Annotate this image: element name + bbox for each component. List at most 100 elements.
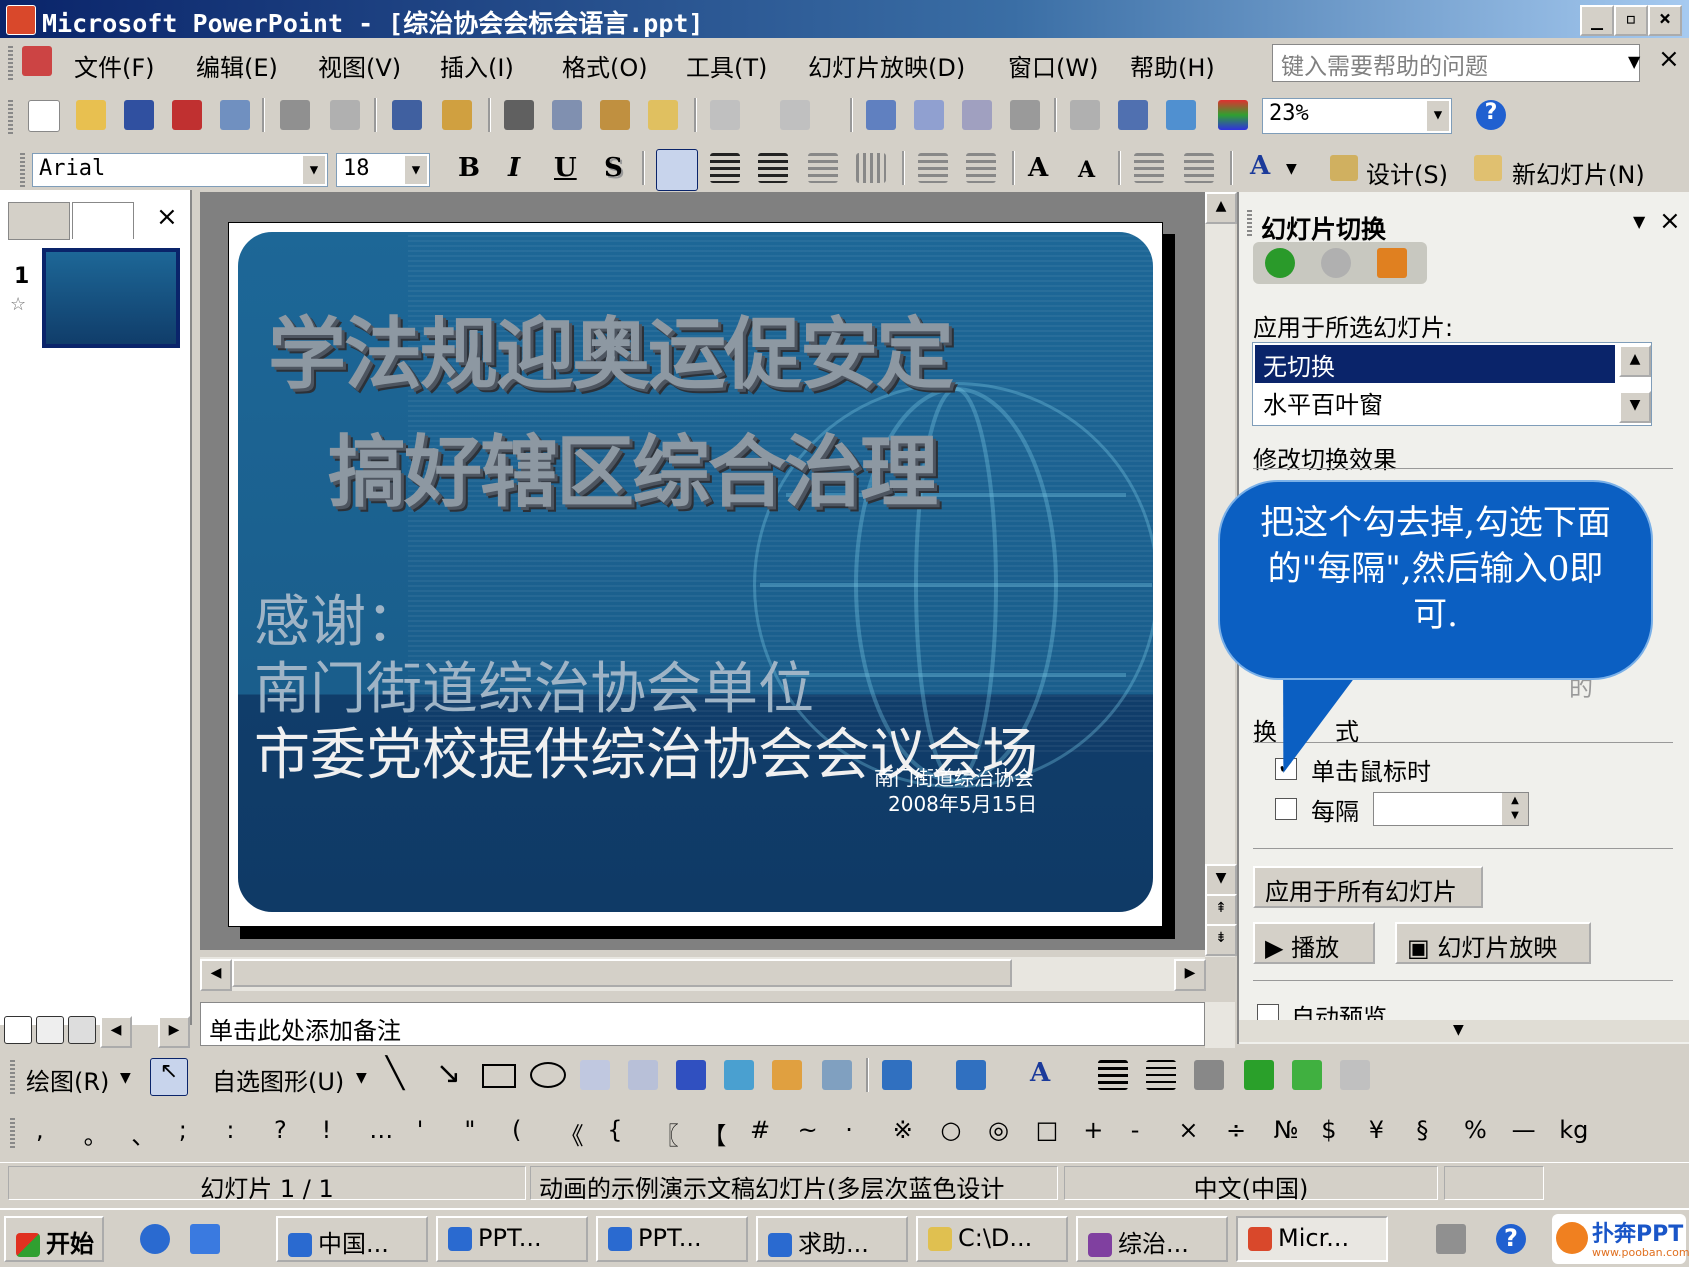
symbol-button[interactable]: 〖 [655,1116,679,1151]
footer-date[interactable]: 2008年5月15日 [888,788,1037,817]
new-icon[interactable] [28,100,60,132]
footer-organization[interactable]: 南门街道综治协会 [874,762,1034,791]
menubar-grip[interactable] [8,46,13,80]
increase-font-icon[interactable]: A [1028,153,1048,183]
menu-edit[interactable]: 编辑(E) [196,48,278,83]
symbol-button[interactable]: · [845,1116,853,1144]
close-pane-icon[interactable]: × [1659,206,1681,236]
scroll-down-icon[interactable]: ▼ [1205,864,1237,896]
symbol-button[interactable]: " [464,1116,475,1144]
align-center-icon[interactable] [710,153,740,183]
paste-icon[interactable] [600,100,630,130]
menu-tools[interactable]: 工具(T) [686,48,767,83]
show-formatting-icon[interactable] [1070,100,1100,130]
symbol-button[interactable]: 《 [560,1116,584,1151]
symbol-button[interactable]: № [1274,1116,1299,1144]
underline-button[interactable]: U [554,153,577,183]
slide-title-line1[interactable]: 学法规迎奥运促安定 [268,292,954,404]
slideshow-view-icon[interactable] [68,1016,96,1044]
print-icon[interactable] [280,100,310,130]
toolbar-grip[interactable] [20,153,25,187]
picture-icon[interactable] [822,1060,852,1090]
next-slide-icon[interactable]: ⇟ [1205,924,1237,956]
transition-option-selected[interactable]: 无切换 [1255,345,1615,383]
clipart-icon[interactable] [772,1060,802,1090]
slide-thumbnail[interactable] [42,248,180,348]
save-icon[interactable] [124,100,154,130]
font-combo[interactable]: Arial ▼ [32,153,328,187]
chevron-down-icon[interactable]: ▼ [120,1070,131,1086]
symbol-button[interactable]: ! [322,1116,332,1144]
notes-scrollbar[interactable] [1205,1002,1235,1048]
diagram-icon[interactable] [724,1060,754,1090]
slide-horizontal-scrollbar[interactable]: ◀ ▶ [200,957,1206,991]
new-slide-icon[interactable] [1474,155,1502,181]
menu-insert[interactable]: 插入(I) [440,48,514,83]
menu-file[interactable]: 文件(F) [74,48,155,83]
slide-sorter-icon[interactable] [36,1016,64,1044]
fill-color-icon[interactable] [882,1060,912,1090]
chevron-down-icon[interactable]: ▼ [405,156,427,184]
dash-style-icon[interactable] [1146,1060,1176,1090]
line-spacing-icon[interactable] [856,153,886,183]
minimize-button[interactable]: _ [1580,5,1614,36]
design-button[interactable]: 设计(S) [1366,155,1448,190]
bold-button[interactable]: B [458,153,480,183]
symbol-button[interactable]: : [226,1116,234,1144]
symbol-button[interactable]: 【 [702,1116,726,1151]
pane-scroll-bottom[interactable]: ▼ [1239,1020,1689,1042]
symbol-button[interactable]: ; [179,1116,187,1144]
slideshow-button[interactable]: ▣ 幻灯片放映 [1395,922,1591,964]
tab-slides[interactable] [72,202,134,239]
back-icon[interactable] [1265,248,1295,278]
symbol-button[interactable]: kg [1559,1116,1588,1144]
task-button[interactable]: PPT... [436,1216,588,1262]
scroll-right-icon[interactable]: ▶ [1174,959,1206,991]
symbol-button[interactable]: ¥ [1369,1116,1384,1144]
draw-menu-button[interactable]: 绘图(R) [26,1062,109,1097]
research-icon[interactable] [442,100,472,130]
task-button-active[interactable]: Micr... [1236,1216,1388,1262]
toolbar-grip[interactable] [10,1060,15,1094]
symbol-button[interactable]: ※ [893,1116,913,1144]
symbol-button[interactable]: $ [1321,1116,1336,1144]
italic-button[interactable]: I [508,153,520,183]
decrease-font-icon[interactable]: A [1078,157,1095,183]
tray-keyboard-icon[interactable] [1436,1224,1466,1254]
align-left-icon[interactable] [656,149,698,191]
restore-button[interactable]: ▫ [1614,5,1648,36]
shadow-button[interactable]: S [604,153,623,183]
cut-icon[interactable] [504,100,534,130]
transition-listbox[interactable]: 无切换 水平百叶窗 ▲ ▼ [1252,342,1652,426]
scroll-left-icon[interactable]: ◀ [200,959,232,991]
increase-indent-icon[interactable] [1184,153,1214,183]
close-button[interactable]: × [1648,5,1682,36]
scroll-down-icon[interactable]: ▼ [1619,391,1651,423]
arrow-style-icon[interactable] [1194,1060,1224,1090]
apply-all-button[interactable]: 应用于所有幻灯片 [1253,866,1483,908]
design-icon[interactable] [1330,155,1358,181]
scroll-up-icon[interactable]: ▲ [1619,345,1651,377]
menu-view[interactable]: 视图(V) [318,48,401,83]
tables-borders-icon[interactable] [962,100,992,130]
home-icon[interactable] [1377,248,1407,278]
slide-title-line2[interactable]: 搞好辖区综合治理 [328,410,938,522]
line-tool-icon[interactable]: ╲ [386,1056,404,1091]
redo-icon[interactable] [780,100,810,130]
chevron-down-icon[interactable]: ▼ [1427,101,1449,131]
symbol-button[interactable]: □ [1036,1116,1059,1144]
symbol-button[interactable]: ~ [798,1116,818,1144]
close-document-icon[interactable]: × [1658,44,1680,74]
previous-slide-icon[interactable]: ⇞ [1205,894,1237,926]
grayscale-icon[interactable] [1166,100,1196,130]
symbol-button[interactable]: - [1131,1116,1140,1144]
wordart-icon[interactable] [676,1060,706,1090]
format-painter-icon[interactable] [648,100,678,130]
symbol-button[interactable]: 。 [84,1116,108,1151]
numbering-icon[interactable] [918,153,948,183]
symbol-button[interactable]: … [369,1116,393,1144]
pane-grip[interactable] [1247,210,1252,238]
symbol-button[interactable]: ÷ [1226,1116,1246,1144]
chevron-down-icon[interactable]: ▼ [1453,1022,1464,1038]
font-color-icon[interactable]: A [1030,1058,1050,1088]
